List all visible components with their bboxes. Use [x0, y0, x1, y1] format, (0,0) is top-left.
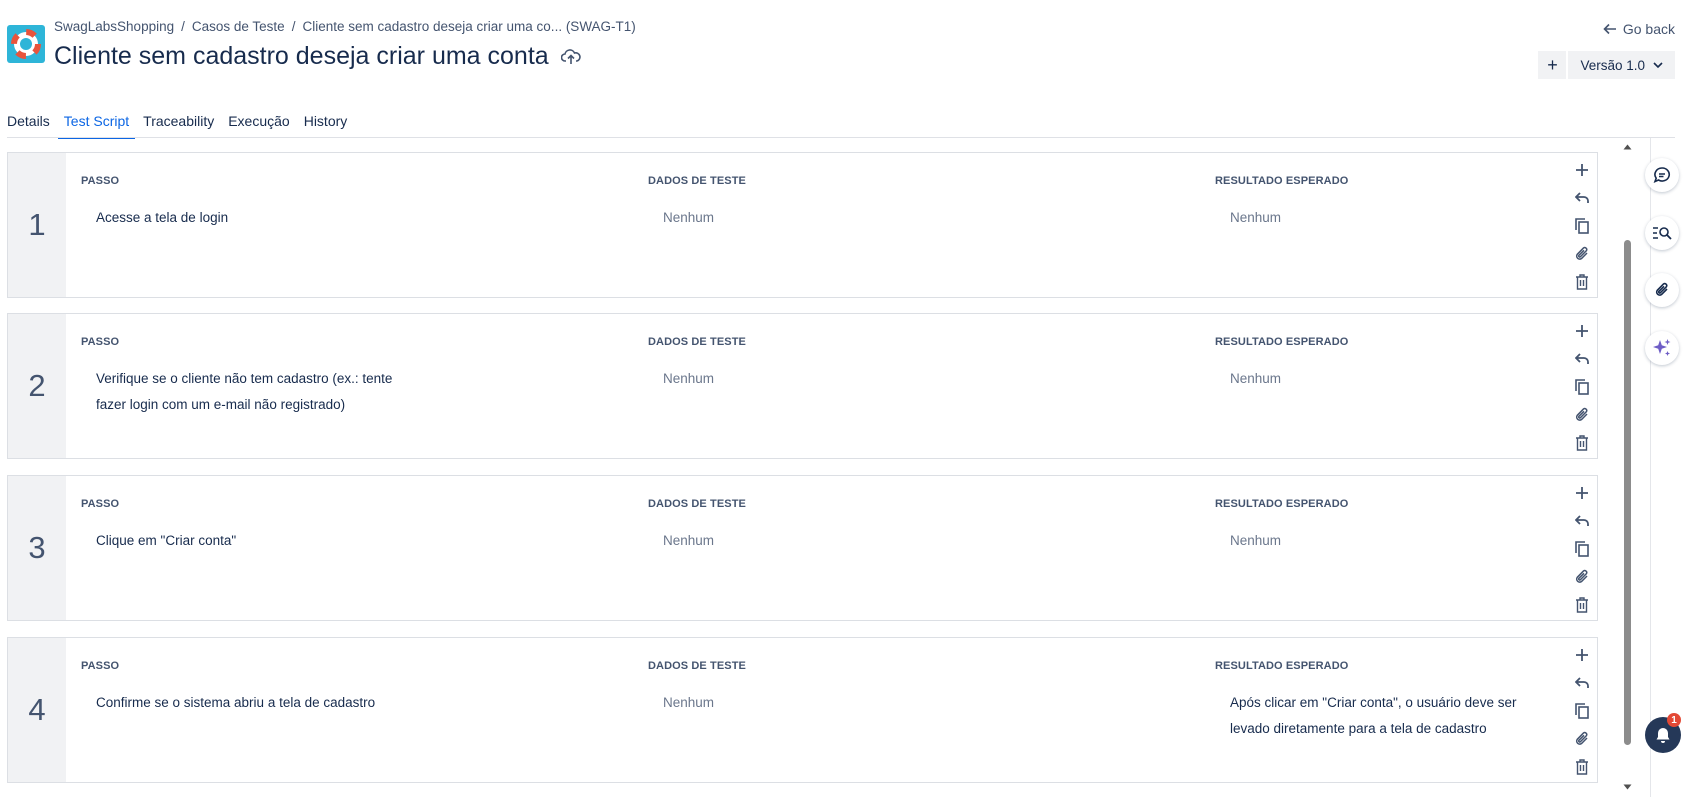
add-version-button[interactable]: +	[1538, 51, 1567, 79]
attachment-icon[interactable]	[1571, 728, 1593, 750]
expected-result-text[interactable]: Nenhum	[1230, 366, 1550, 392]
tab-details[interactable]: Details	[7, 107, 50, 139]
step-number: 3	[8, 476, 66, 620]
attachment-icon[interactable]	[1571, 243, 1593, 265]
tab-test-script[interactable]: Test Script	[57, 107, 136, 139]
copy-icon[interactable]	[1571, 215, 1593, 237]
add-step-icon[interactable]	[1571, 482, 1593, 504]
version-label: Versão 1.0	[1580, 57, 1645, 73]
attachment-icon	[1655, 282, 1668, 296]
test-data-text[interactable]: Nenhum	[663, 528, 993, 554]
app-logo[interactable]	[7, 25, 45, 63]
step-column-label: PASSO	[81, 660, 120, 672]
data-column-label: DADOS DE TESTE	[648, 336, 746, 348]
tab-execucao[interactable]: Execução	[228, 107, 289, 139]
version-bar: + Versão 1.0	[1538, 51, 1675, 79]
notification-count-badge: 1	[1667, 713, 1681, 727]
copy-icon[interactable]	[1571, 700, 1593, 722]
plus-icon: +	[1547, 54, 1558, 75]
scroll-up-arrow-icon[interactable]	[1623, 144, 1632, 150]
arrow-left-icon	[1603, 23, 1616, 35]
undo-icon[interactable]	[1571, 510, 1593, 532]
step-column-label: PASSO	[81, 498, 120, 510]
breadcrumb-test-cases[interactable]: Casos de Teste	[192, 19, 285, 34]
step-actions	[1567, 476, 1597, 620]
search-details-button[interactable]	[1645, 216, 1679, 250]
add-step-icon[interactable]	[1571, 159, 1593, 181]
step-column-label: PASSO	[81, 336, 120, 348]
data-column-label: DADOS DE TESTE	[648, 175, 746, 187]
scroll-down-arrow-icon[interactable]	[1623, 784, 1632, 790]
step-column-label: PASSO	[81, 175, 120, 187]
add-step-icon[interactable]	[1571, 320, 1593, 342]
step-actions	[1567, 153, 1597, 297]
test-step: 4 PASSO Confirme se o sistema abriu a te…	[7, 637, 1598, 783]
step-number: 1	[8, 153, 66, 297]
attachments-button[interactable]	[1645, 273, 1679, 307]
delete-icon[interactable]	[1571, 432, 1593, 454]
attachment-icon[interactable]	[1571, 566, 1593, 588]
page-title-text: Cliente sem cadastro deseja criar uma co…	[54, 42, 549, 70]
go-back-link[interactable]: Go back	[1603, 21, 1675, 37]
step-number: 4	[8, 638, 66, 782]
search-list-icon	[1653, 227, 1672, 240]
expected-result-text[interactable]: Após clicar em "Criar conta", o usuário …	[1230, 690, 1550, 742]
breadcrumb: SwagLabsShopping / Casos de Teste / Cliente …	[54, 19, 636, 34]
tab-traceability[interactable]: Traceability	[143, 107, 214, 139]
step-text[interactable]: Clique em "Criar conta"	[96, 528, 426, 554]
data-column-label: DADOS DE TESTE	[648, 660, 746, 672]
delete-icon[interactable]	[1571, 271, 1593, 293]
data-column-label: DADOS DE TESTE	[648, 498, 746, 510]
result-column-label: RESULTADO ESPERADO	[1215, 498, 1349, 510]
logo-lifebuoy-icon	[11, 29, 41, 59]
scrollbar-thumb[interactable]	[1624, 240, 1631, 745]
delete-icon[interactable]	[1571, 756, 1593, 778]
result-column-label: RESULTADO ESPERADO	[1215, 660, 1349, 672]
step-actions	[1567, 314, 1597, 458]
test-data-text[interactable]: Nenhum	[663, 366, 993, 392]
bell-icon	[1656, 728, 1670, 743]
undo-icon[interactable]	[1571, 672, 1593, 694]
attachment-icon[interactable]	[1571, 404, 1593, 426]
step-text[interactable]: Confirme se o sistema abriu a tela de ca…	[96, 690, 426, 716]
comment-icon	[1653, 167, 1671, 183]
result-column-label: RESULTADO ESPERADO	[1215, 336, 1349, 348]
expected-result-text[interactable]: Nenhum	[1230, 205, 1550, 231]
comments-button[interactable]	[1645, 158, 1679, 192]
cloud-upload-icon[interactable]	[560, 48, 581, 66]
breadcrumb-current[interactable]: Cliente sem cadastro deseja criar uma co…	[302, 19, 635, 34]
step-number: 2	[8, 314, 66, 458]
copy-icon[interactable]	[1571, 538, 1593, 560]
page-title: Cliente sem cadastro deseja criar uma co…	[54, 42, 581, 71]
tab-bar: Details Test Script Traceability Execuçã…	[7, 107, 361, 139]
step-actions	[1567, 638, 1597, 782]
go-back-label: Go back	[1622, 21, 1675, 37]
test-step: 2 PASSO Verifique se o cliente não tem c…	[7, 313, 1598, 459]
test-data-text[interactable]: Nenhum	[663, 205, 993, 231]
test-step: 1 PASSO Acesse a tela de login DADOS DE …	[7, 152, 1598, 298]
step-text[interactable]: Acesse a tela de login	[96, 205, 426, 231]
step-text[interactable]: Verifique se o cliente não tem cadastro …	[96, 366, 426, 418]
breadcrumb-project[interactable]: SwagLabsShopping	[54, 19, 174, 34]
expected-result-text[interactable]: Nenhum	[1230, 528, 1550, 554]
result-column-label: RESULTADO ESPERADO	[1215, 175, 1349, 187]
tab-history[interactable]: History	[304, 107, 348, 139]
test-step: 3 PASSO Clique em "Criar conta" DADOS DE…	[7, 475, 1598, 621]
copy-icon[interactable]	[1571, 376, 1593, 398]
test-data-text[interactable]: Nenhum	[663, 690, 993, 716]
ai-assistant-button[interactable]	[1645, 331, 1679, 365]
tabs-divider	[7, 137, 1675, 138]
undo-icon[interactable]	[1571, 187, 1593, 209]
undo-icon[interactable]	[1571, 348, 1593, 370]
chevron-down-icon	[1653, 61, 1663, 68]
version-dropdown[interactable]: Versão 1.0	[1568, 51, 1675, 79]
add-step-icon[interactable]	[1571, 644, 1593, 666]
delete-icon[interactable]	[1571, 594, 1593, 616]
sparkle-ai-icon	[1653, 339, 1671, 356]
